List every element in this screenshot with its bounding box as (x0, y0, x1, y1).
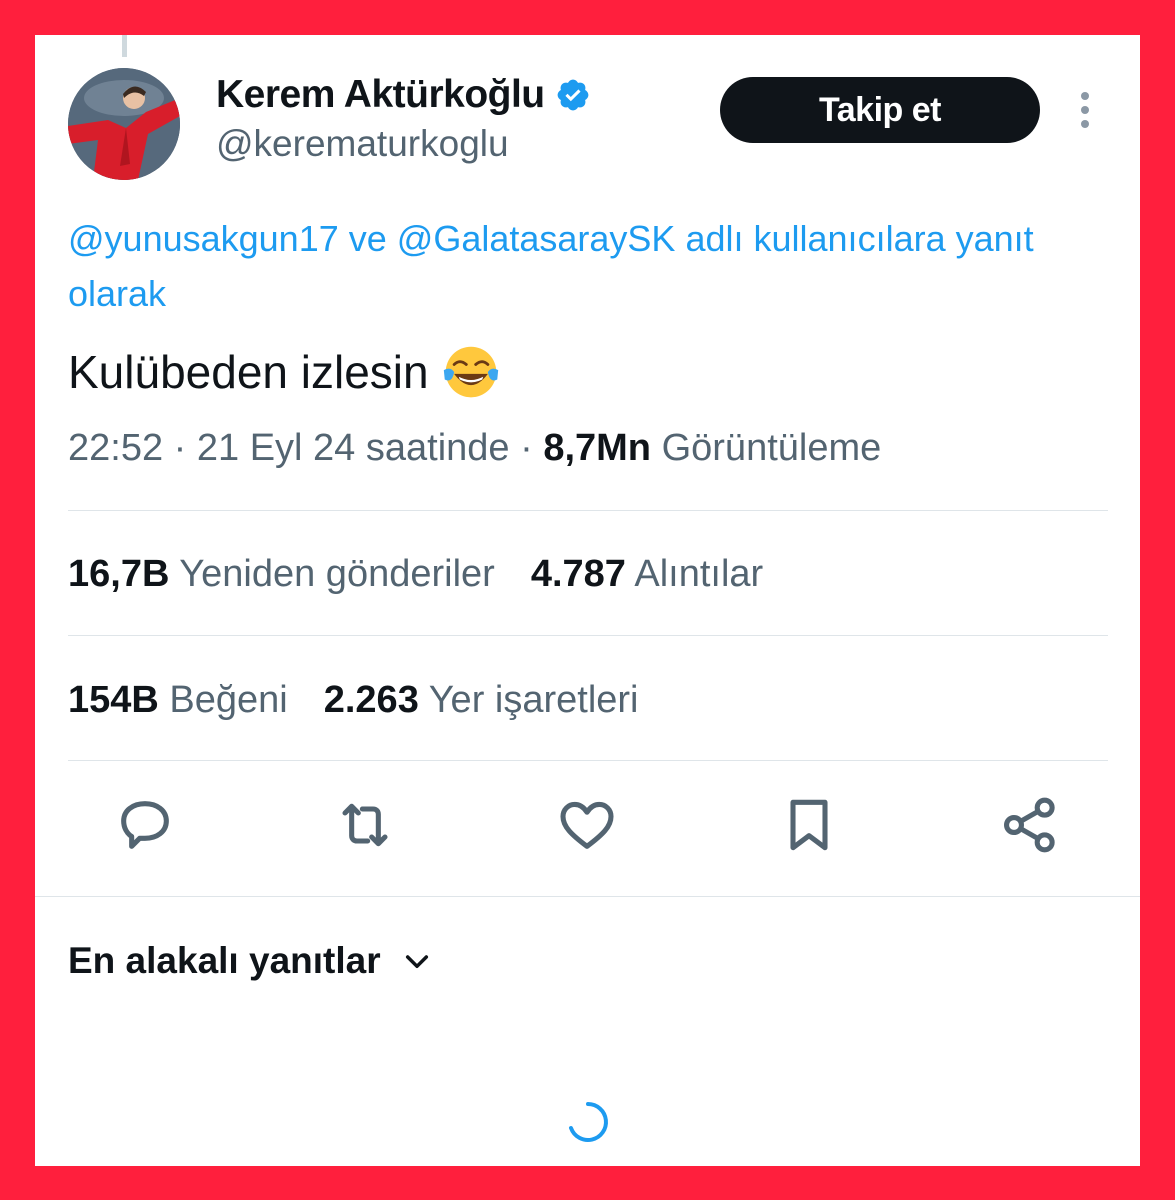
tweet-card: Kerem Aktürkoğlu @kerematurkoglu Takip e… (35, 35, 1140, 1166)
reply-connector: ve (338, 218, 397, 259)
divider (68, 510, 1108, 511)
tweet-body: Kulübeden izlesin (68, 346, 429, 398)
bookmarks-label: Yer işaretleri (418, 679, 639, 721)
bookmarks-stat[interactable]: 2.263 Yer işaretleri (324, 679, 639, 721)
stats-row-likes: 154B Beğeni 2.263 Yer işaretleri (68, 679, 639, 722)
likes-count: 154B (68, 679, 159, 721)
likes-stat[interactable]: 154B Beğeni (68, 679, 288, 721)
quotes-label: Alıntılar (625, 553, 764, 595)
divider (35, 896, 1140, 897)
author-name-row: Kerem Aktürkoğlu (216, 73, 591, 117)
verified-badge-icon (557, 79, 588, 111)
views-count[interactable]: 8,7Mn (543, 427, 651, 469)
face-with-tears-of-joy-emoji (443, 346, 498, 398)
author-handle[interactable]: @kerematurkoglu (216, 123, 509, 165)
bookmarks-count: 2.263 (323, 679, 419, 721)
likes-label: Beğeni (158, 679, 288, 721)
views-label[interactable]: Görüntüleme (651, 427, 882, 469)
mention-link[interactable]: @yunusakgun17 (68, 218, 339, 259)
display-name[interactable]: Kerem Aktürkoğlu (216, 73, 545, 117)
like-icon[interactable] (555, 793, 619, 857)
meta-separator: · (163, 427, 197, 469)
tweet-text: Kulübeden izlesin (68, 342, 501, 402)
tweet-meta: 22:52 · 21 Eyl 24 saatinde · 8,7Mn Görün… (68, 427, 881, 470)
loading-spinner-icon (569, 1102, 608, 1142)
chevron-down-icon (405, 955, 428, 969)
quotes-count: 4.787 (530, 553, 626, 595)
more-options-icon[interactable] (1073, 90, 1097, 130)
reposts-count: 16,7B (68, 553, 170, 595)
quotes-stat[interactable]: 4.787 Alıntılar (531, 553, 763, 595)
reposts-label: Yeniden gönderiler (169, 553, 495, 595)
reposts-stat[interactable]: 16,7B Yeniden gönderiler (68, 553, 495, 595)
meta-separator: · (509, 427, 544, 469)
follow-button[interactable]: Takip et (720, 77, 1040, 143)
tweet-time[interactable]: 22:52 (68, 427, 163, 469)
repost-icon[interactable] (333, 793, 397, 857)
stats-row-reposts: 16,7B Yeniden gönderiler 4.787 Alıntılar (68, 553, 763, 596)
action-bar (35, 793, 1140, 863)
divider (68, 635, 1108, 636)
replies-sort-dropdown[interactable]: En alakalı yanıtlar (68, 940, 433, 982)
divider (68, 760, 1108, 761)
thread-line (122, 35, 127, 57)
reply-context: @yunusakgun17 ve @GalatasaraySK adlı kul… (68, 211, 1108, 321)
mention-link[interactable]: @GalatasaraySK (397, 218, 676, 259)
bookmark-icon[interactable] (777, 793, 841, 857)
replies-sort-label: En alakalı yanıtlar (68, 940, 381, 981)
avatar[interactable] (68, 68, 180, 180)
share-icon[interactable] (998, 793, 1062, 857)
reply-icon[interactable] (113, 793, 177, 857)
tweet-date[interactable]: 21 Eyl 24 saatinde (197, 427, 510, 469)
